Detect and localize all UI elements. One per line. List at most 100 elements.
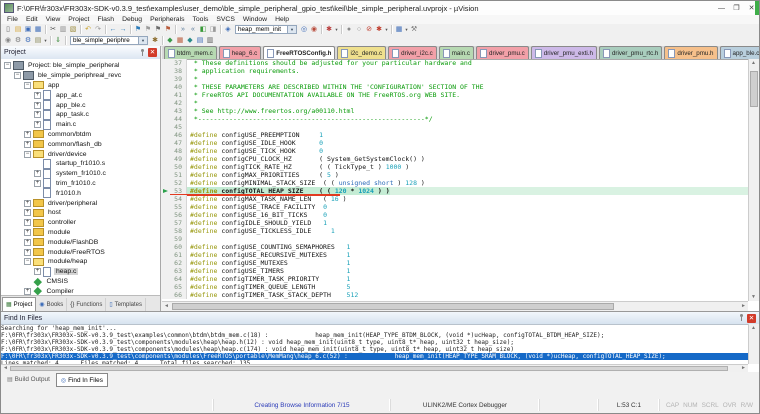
menu-help[interactable]: Help [271,16,293,23]
scroll-left-icon[interactable]: ◄ [1,365,10,372]
code-line-48[interactable]: 48#define configUSE_TICK_HOOK 0 [162,147,748,155]
tree-item-driver-peripheral[interactable]: +driver/peripheral [1,198,160,208]
find-panel-close-icon[interactable]: ✕ [747,314,756,323]
editor-tab-app-ble-c[interactable]: app_ble.c [720,46,760,59]
expand-icon[interactable]: + [34,170,41,177]
find-result-2[interactable]: F:\0FR\fr303x\FR303x-SDK-v0.3.9_test\com… [1,339,748,346]
save-icon[interactable]: ▣ [24,25,33,34]
code-line-45[interactable]: 45 [162,123,748,131]
configure-wrench-icon[interactable]: ⚒ [410,25,419,34]
code-line-60[interactable]: 60#define configUSE_COUNTING_SEMAPHORES … [162,243,748,251]
expand-icon[interactable]: + [24,141,31,148]
tree-item-app[interactable]: −app [1,81,160,91]
editor-vertical-scrollbar[interactable]: ▲ ▼ [748,59,759,301]
cut-icon[interactable]: ✂ [49,25,58,34]
code-line-43[interactable]: 43 * See http://www.freertos.org/a00110.… [162,107,748,115]
target-options-icon[interactable]: ✱ [151,36,160,45]
editor-tab-heap-6-c[interactable]: heap_6.c [219,46,261,59]
debug-session-icon-dropdown[interactable]: ▾ [334,27,339,33]
collapse-icon[interactable]: − [24,82,31,89]
tree-item-module-heap[interactable]: −module/heap [1,257,160,267]
select-packs-icon[interactable]: ◆ [186,36,195,45]
translate-icon[interactable]: ⚙ [14,36,23,45]
find-result-1[interactable]: F:\0FR\fr303x\FR303x-SDK-v0.3.9_test\exa… [1,332,748,339]
tree-item-ble-simple-periphreal-revc[interactable]: −ble_simple_periphreal_revc [1,71,160,81]
copy-icon[interactable]: ▥ [59,25,68,34]
code-line-55[interactable]: 55#define configUSE_TRACE_FACILITY 0 [162,203,748,211]
editor-tab-driver-pmu-c[interactable]: driver_pmu.c [476,46,529,59]
tree-item-app-task-c[interactable]: +app_task.c [1,110,160,120]
code-line-38[interactable]: 38 * application requirements. [162,67,748,75]
nav-back-icon[interactable]: ← [109,25,118,34]
tree-item-module[interactable]: +module [1,228,160,238]
tree-item-module-flashdb[interactable]: +module/FlashDB [1,237,160,247]
debug-start-stop-icon[interactable]: ◉ [4,36,13,45]
comment-selection-icon[interactable]: ◧ [199,25,208,34]
expand-icon[interactable]: + [34,92,41,99]
paste-icon[interactable]: ▧ [69,25,78,34]
editor-tab-driver-pmu-h[interactable]: driver_pmu.h [664,46,717,59]
outdent-icon[interactable]: « [189,25,198,34]
menu-tools[interactable]: Tools [188,16,212,23]
expand-icon[interactable]: + [24,288,31,295]
code-line-42[interactable]: 42 * [162,99,748,107]
panel-tab-books[interactable]: ◉Books [36,298,67,311]
breakpoint-enable-icon[interactable]: ○ [355,25,364,34]
build-icon[interactable]: ⚙ [24,36,33,45]
bookmark-prev-icon[interactable]: ⚑ [144,25,153,34]
code-line-44[interactable]: 44 *------------------------------------… [162,115,748,123]
menu-file[interactable]: File [3,16,22,23]
code-line-58[interactable]: 58#define configUSE_TICKLESS_IDLE 1 [162,227,748,235]
menu-flash[interactable]: Flash [93,16,118,23]
code-line-37[interactable]: 37 * These definitions should be adjuste… [162,59,748,67]
code-line-47[interactable]: 47#define configUSE_IDLE_HOOK 0 [162,139,748,147]
code-line-57[interactable]: 57#define configIDLE_SHOULD_YIELD 1 [162,219,748,227]
tree-item-app-ble-c[interactable]: +app_ble.c [1,100,160,110]
code-line-51[interactable]: 51#define configMAX_PRIORITIES ( 5 ) [162,171,748,179]
find-vertical-scrollbar[interactable]: ▲ [748,324,759,364]
panel-tab-templates[interactable]: ▯Templates [106,298,146,311]
undo-icon[interactable]: ↶ [84,25,93,34]
new-file-icon[interactable]: ▯ [4,25,13,34]
menu-peripherals[interactable]: Peripherals [146,16,188,23]
expand-icon[interactable]: + [34,121,41,128]
expand-icon[interactable]: + [24,209,31,216]
tree-item-fr1010-h[interactable]: fr1010.h [1,188,160,198]
output-tab-find-in-files[interactable]: ◎Find In Files [56,373,108,387]
tree-item-system-fr1010-c[interactable]: +system_fr1010.c [1,169,160,179]
batch-build-icon-dropdown[interactable]: ▾ [43,38,48,44]
scroll-up-icon[interactable]: ▲ [749,324,758,332]
tree-item-heap-c[interactable]: +heap.c [1,267,160,277]
books-icon[interactable]: ▥ [206,36,215,45]
minimize-button[interactable]: — [714,2,729,15]
find-in-files-icon[interactable]: ◈ [224,25,233,34]
tree-item-host[interactable]: +host [1,208,160,218]
tree-item-trim-fr1010-c[interactable]: +trim_fr1010.c [1,179,160,189]
breakpoint-toggle-icon[interactable]: ● [345,25,354,34]
code-line-54[interactable]: 54#define configMAX_TASK_NAME_LEN ( 16 ) [162,195,748,203]
code-line-56[interactable]: 56#define configUSE_16_BIT_TICKS 0 [162,211,748,219]
tree-item-module-freertos[interactable]: +module/FreeRTOS [1,247,160,257]
code-line-64[interactable]: 64#define configTIMER_TASK_PRIORITY 1 [162,275,748,283]
menu-edit[interactable]: Edit [22,16,42,23]
pin-icon[interactable] [738,314,744,322]
editor-horizontal-scrollbar[interactable]: ◄ ► [162,301,748,311]
indent-icon[interactable]: » [179,25,188,34]
menu-window[interactable]: Window [239,16,271,23]
expand-icon[interactable]: + [34,180,41,187]
editor-tab-i2c-demo-c[interactable]: i2c_demo.c [337,46,386,59]
tree-item-cmsis[interactable]: CMSIS [1,277,160,287]
code-line-49[interactable]: 49#define configCPU_CLOCK_HZ ( System_Ge… [162,155,748,163]
expand-icon[interactable]: + [24,249,31,256]
code-line-53[interactable]: 53#define configTOTAL_HEAP_SIZE ( ( 120 … [162,187,748,195]
vertical-scroll-thumb[interactable] [750,71,758,107]
expand-icon[interactable]: + [24,219,31,226]
tree-item-app-at-c[interactable]: +app_at.c [1,90,160,100]
find-result-0[interactable]: Searching for 'heap_mem_init'... [1,325,748,332]
save-all-icon[interactable]: ▦ [34,25,43,34]
find-result-4[interactable]: F:\0FR\fr303x\FR303x-SDK-v0.3.9_test\com… [1,353,748,360]
tree-item-startup-fr1010-s[interactable]: startup_fr1010.s [1,159,160,169]
code-line-50[interactable]: 50#define configTICK_RATE_HZ ( ( TickTyp… [162,163,748,171]
tree-item-common-btdm[interactable]: +common/btdm [1,130,160,140]
code-line-61[interactable]: 61#define configUSE_RECURSIVE_MUTEXES 1 [162,251,748,259]
